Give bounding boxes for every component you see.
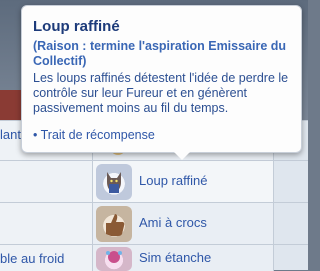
trait-tooltip: Loup raffiné (Raison : termine l'aspirat…: [21, 5, 302, 153]
trait-label-partial: lant: [0, 127, 21, 142]
tooltip-title: Loup raffiné: [33, 18, 120, 35]
trait-label-partial: ble au froid: [0, 251, 65, 266]
table-cell: ble au froid: [0, 245, 93, 271]
trait-label: Ami à crocs: [139, 215, 207, 230]
table-row[interactable]: Ami à crocs: [0, 202, 308, 245]
tooltip-bullet: • Trait de récompense: [33, 128, 155, 142]
trait-cell-sim-etanche[interactable]: Sim étanche: [93, 245, 274, 271]
sim-icon: [96, 247, 132, 271]
trait-label: Loup raffiné: [139, 173, 208, 188]
trait-cell-ami-a-crocs[interactable]: Ami à crocs: [93, 203, 274, 245]
tooltip-source: (Raison : termine l'aspiration Emissaire…: [33, 39, 287, 68]
table-row[interactable]: Loup raffiné: [0, 160, 308, 203]
tooltip-description: Les loups raffinés détestent l'idée de p…: [33, 71, 289, 115]
trait-cell-loup-raffine[interactable]: Loup raffiné: [93, 161, 274, 203]
thumbs-up-icon: [96, 206, 132, 242]
table-cell: [0, 161, 93, 203]
wolf-icon: [96, 164, 132, 200]
table-cell: [0, 203, 93, 245]
tooltip-pointer: [174, 152, 190, 160]
trait-label: Sim étanche: [139, 250, 212, 265]
table-row[interactable]: ble au froid Sim étanche: [0, 244, 308, 271]
